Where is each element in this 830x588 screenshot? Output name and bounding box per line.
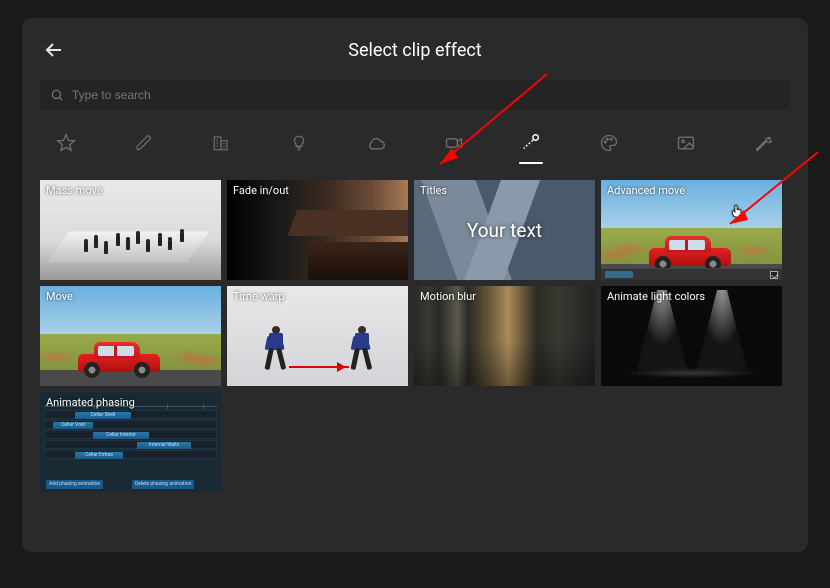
building-icon xyxy=(212,134,230,152)
category-tools[interactable] xyxy=(744,126,784,160)
effect-label: Animated phasing xyxy=(46,396,135,409)
image-icon xyxy=(676,133,696,153)
effect-card-motion-blur[interactable]: Motion blur xyxy=(414,286,595,386)
arrow-left-icon xyxy=(42,38,66,62)
pencil-icon xyxy=(135,134,153,152)
effect-card-move[interactable]: Move xyxy=(40,286,221,386)
cursor-hand-icon xyxy=(729,202,745,220)
effect-card-animated-phasing[interactable]: Cellar Shell Cellar Void Cellar Interior… xyxy=(40,392,221,492)
effect-label: Move xyxy=(46,290,73,303)
page-title: Select clip effect xyxy=(68,40,762,61)
category-weather[interactable] xyxy=(356,126,396,160)
wrench-icon xyxy=(754,133,774,153)
star-icon xyxy=(56,133,76,153)
category-building[interactable] xyxy=(201,126,241,160)
effect-label: Titles xyxy=(420,184,447,197)
effect-card-fade[interactable]: Fade in/out xyxy=(227,180,408,280)
effect-card-time-warp[interactable]: Time warp xyxy=(227,286,408,386)
effect-card-mass-move[interactable]: Mass move xyxy=(40,180,221,280)
cloud-icon xyxy=(366,133,386,153)
search-input[interactable] xyxy=(72,88,780,102)
category-idea[interactable] xyxy=(279,126,319,160)
effect-label: Fade in/out xyxy=(233,184,289,197)
category-color[interactable] xyxy=(589,126,629,160)
category-draw[interactable] xyxy=(124,126,164,160)
effect-label: Advanced move xyxy=(607,184,685,197)
category-camera[interactable] xyxy=(434,126,474,160)
category-tabs xyxy=(40,120,790,166)
search-bar[interactable] xyxy=(40,80,790,110)
dialog-window: Select clip effect xyxy=(22,18,808,552)
effects-grid: Mass move Fade in/out Your text Titles xyxy=(40,180,790,492)
category-image[interactable] xyxy=(666,126,706,160)
effect-label: Time warp xyxy=(233,290,285,303)
effect-card-animate-lights[interactable]: Animate light colors xyxy=(601,286,782,386)
palette-icon xyxy=(599,133,619,153)
effect-card-titles[interactable]: Your text Titles xyxy=(414,180,595,280)
effect-label: Mass move xyxy=(46,184,103,197)
effect-label: Motion blur xyxy=(420,290,476,303)
back-button[interactable] xyxy=(40,36,68,64)
header: Select clip effect xyxy=(40,36,790,64)
camera-icon xyxy=(444,133,464,153)
category-favorites[interactable] xyxy=(46,126,86,160)
add-phasing-button-preview: Add phasing animation xyxy=(46,480,103,489)
motion-path-icon xyxy=(520,132,542,154)
delete-phasing-button-preview: Delete phasing animation xyxy=(132,480,194,489)
lightbulb-icon xyxy=(290,134,308,152)
effect-label: Animate light colors xyxy=(607,290,705,303)
search-icon xyxy=(50,88,64,102)
effect-card-advanced-move[interactable]: Advanced move xyxy=(601,180,782,280)
category-motion[interactable] xyxy=(511,126,551,160)
